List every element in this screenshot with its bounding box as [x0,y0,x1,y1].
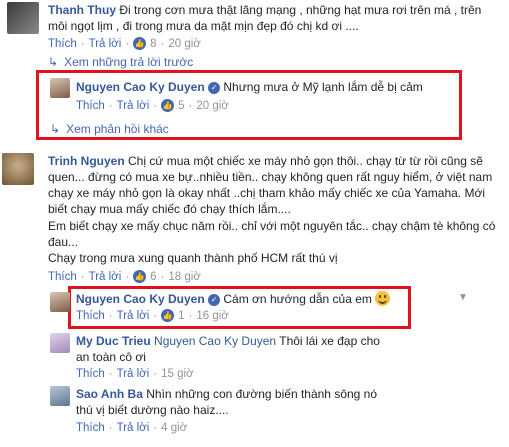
timestamp[interactable]: 16 giờ [196,310,228,322]
reply-arrow-icon: ↳ [48,55,59,69]
smile-emoji-icon [375,291,391,306]
comment-text: Thanh Thuy Đi trong cơn mưa thật lãng mạ… [48,2,503,34]
like-count[interactable]: 1 [178,310,184,322]
like-icon: 👍 [161,309,175,322]
reply-body: Cám ơn hướng dẫn của em [223,292,372,306]
timestamp[interactable]: 4 giờ [161,422,187,434]
avatar[interactable] [50,292,70,312]
like-count[interactable]: 6 [150,271,156,283]
tagged-user[interactable]: Nguyen Cao Ky Duyen [154,334,276,348]
reply-meta: Thích · Trả lời · 👍 1 · 16 giờ [76,309,229,322]
reply-meta: Thích · Trả lời · 👍 5 · 20 giờ [76,99,229,112]
like-link[interactable]: Thích [48,271,77,283]
like-icon: 👍 [133,37,147,50]
timestamp[interactable]: 18 giờ [168,271,200,283]
like-link[interactable]: Thích [76,100,105,112]
comment-body-line: Em biết chạy xe mấy chục năm rồi.. chỉ v… [48,219,496,249]
avatar[interactable] [50,333,70,353]
comment-meta: Thích · Trả lời · 👍 6 · 18 giờ [48,270,201,283]
comment-text: Trinh Nguyen Chị cứ mua một chiếc xe máy… [48,153,503,217]
like-count[interactable]: 8 [150,38,156,50]
reply-text: Sao Anh Ba Nhìn những con đường biến thà… [76,386,396,418]
reply-link[interactable]: Trả lời [89,38,122,50]
avatar[interactable] [50,386,70,406]
like-icon: 👍 [161,99,175,112]
like-link[interactable]: Thích [76,422,105,434]
reply-link[interactable]: Trả lời [117,422,150,434]
reply-text: Nguyen Cao Ky Duyen ✓ Nhưng mưa ở Mỹ lạn… [76,79,456,95]
reply-meta: Thích · Trả lời · 15 giờ [76,368,194,380]
like-count[interactable]: 5 [178,100,184,112]
reply-link[interactable]: Trả lời [117,100,150,112]
reply-author[interactable]: My Duc Trieu [76,334,151,348]
comment-author[interactable]: Thanh Thuy [48,3,116,17]
like-link[interactable]: Thích [76,310,105,322]
comment-body-line: Chạy trong mưa xung quanh thành phố HCM … [48,251,338,265]
reply-meta: Thích · Trả lời · 4 giờ [76,422,188,434]
avatar[interactable] [7,2,39,34]
like-link[interactable]: Thích [48,38,77,50]
reply-author[interactable]: Sao Anh Ba [76,387,143,401]
reply-text: Nguyen Cao Ky Duyen ✓ Cám ơn hướng dẫn c… [76,291,406,307]
comment-author[interactable]: Trinh Nguyen [48,154,125,168]
view-other-replies[interactable]: ↳ Xem phản hồi khác [50,122,169,136]
view-previous-replies[interactable]: ↳ Xem những trả lời trước [48,55,193,69]
avatar[interactable] [50,78,70,98]
like-link[interactable]: Thích [76,368,105,380]
reply-link[interactable]: Trả lời [117,310,150,322]
timestamp[interactable]: 20 giờ [168,38,200,50]
reply-link[interactable]: Trả lời [89,271,122,283]
avatar[interactable] [2,153,34,185]
reply-author[interactable]: Nguyen Cao Ky Duyen [76,292,205,306]
reply-arrow-icon: ↳ [50,122,61,136]
verified-icon: ✓ [208,294,221,306]
timestamp[interactable]: 20 giờ [196,100,228,112]
reply-body: Nhưng mưa ở Mỹ lạnh lắm dễ bị cảm [223,80,423,94]
like-icon: 👍 [133,270,147,283]
reply-text: My Duc Trieu Nguyen Cao Ky Duyen Thôi lá… [76,333,396,365]
chevron-down-icon[interactable]: ▼ [458,292,468,303]
reply-link[interactable]: Trả lời [117,368,150,380]
comment-meta: Thích · Trả lời · 👍 8 · 20 giờ [48,37,201,50]
verified-icon: ✓ [208,82,221,94]
timestamp[interactable]: 15 giờ [161,368,193,380]
reply-author[interactable]: Nguyen Cao Ky Duyen [76,80,205,94]
